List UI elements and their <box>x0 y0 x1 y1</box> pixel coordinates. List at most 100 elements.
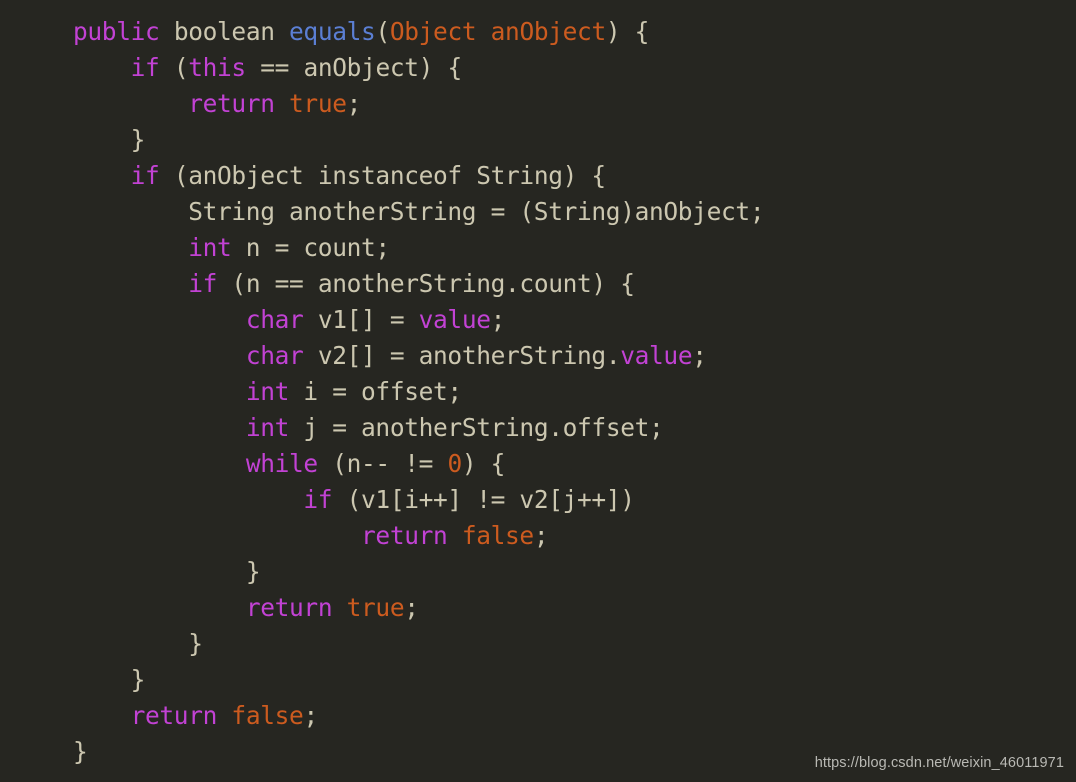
code-token-default: (v1[i++] != v2[j++]) <box>332 485 635 514</box>
code-token-default: (n-- != <box>317 449 448 478</box>
code-line: int j = anotherString.offset; <box>0 410 1076 446</box>
code-token-default <box>447 521 461 550</box>
code-line: int n = count; <box>0 230 1076 266</box>
code-line: return false; <box>0 698 1076 734</box>
code-token-default: String anotherString = (String)anObject; <box>188 197 765 226</box>
code-token-punct: } <box>130 125 146 154</box>
code-token-default: j = anotherString.offset; <box>289 413 664 442</box>
code-token-keyword: char <box>245 341 304 370</box>
code-line: return true; <box>0 86 1076 122</box>
code-token-method: equals <box>289 17 376 46</box>
code-token-punct: ) { <box>605 17 650 46</box>
code-token-keyword: if <box>303 485 333 514</box>
code-token-keyword: while <box>245 449 318 478</box>
code-line: } <box>0 122 1076 158</box>
code-token-keyword: value <box>620 341 693 370</box>
code-line: return true; <box>0 590 1076 626</box>
code-line: if (anObject instanceof String) { <box>0 158 1076 194</box>
code-token-literal: true <box>289 89 347 118</box>
code-token-punct: ; <box>533 521 549 550</box>
code-token-default: i = offset; <box>289 377 462 406</box>
code-token-punct: } <box>73 737 88 766</box>
code-token-default <box>275 89 289 118</box>
code-line: if (this == anObject) { <box>0 50 1076 86</box>
code-token-default <box>159 17 173 46</box>
code-line: char v1[] = value; <box>0 302 1076 338</box>
code-token-default: == anObject) { <box>245 53 462 82</box>
code-token-keyword: return <box>245 593 333 622</box>
code-line: int i = offset; <box>0 374 1076 410</box>
code-token-punct: ; <box>303 701 318 730</box>
code-token-default <box>332 593 346 622</box>
code-token-keyword: return <box>130 701 218 730</box>
code-line: char v2[] = anotherString.value; <box>0 338 1076 374</box>
code-token-keyword: char <box>245 305 304 334</box>
code-token-keyword: int <box>245 377 290 406</box>
code-token-literal: false <box>461 521 534 550</box>
code-token-keyword: public <box>73 17 160 46</box>
code-block[interactable]: public boolean equals(Object anObject) {… <box>0 14 1076 770</box>
code-token-default: (anObject instanceof String) { <box>159 161 606 190</box>
code-token-punct: } <box>130 665 146 694</box>
code-token-punct: } <box>188 629 203 658</box>
code-token-punct: ( <box>159 53 189 82</box>
code-token-type: Object <box>389 17 477 46</box>
code-token-punct: ; <box>346 89 362 118</box>
code-token-keyword: int <box>245 413 290 442</box>
code-token-keyword: if <box>188 269 218 298</box>
code-line: if (v1[i++] != v2[j++]) <box>0 482 1076 518</box>
code-line: public boolean equals(Object anObject) { <box>0 14 1076 50</box>
code-token-keyword: if <box>130 161 160 190</box>
code-token-keyword: return <box>361 521 448 550</box>
code-token-default <box>217 701 231 730</box>
code-token-punct: ; <box>490 305 506 334</box>
code-line: String anotherString = (String)anObject; <box>0 194 1076 230</box>
code-token-punct: ( <box>375 17 390 46</box>
code-token-default: v1[] = <box>303 305 419 334</box>
code-viewer: public boolean equals(Object anObject) {… <box>0 0 1076 782</box>
code-token-type: anObject <box>490 17 607 46</box>
code-token-literal: true <box>346 593 405 622</box>
code-token-keyword: int <box>188 233 232 262</box>
code-line: while (n-- != 0) { <box>0 446 1076 482</box>
code-token-keyword: if <box>130 53 160 82</box>
code-token-keyword: this <box>188 53 246 82</box>
code-line: return false; <box>0 518 1076 554</box>
code-token-literal: false <box>231 701 304 730</box>
code-token-default: n = count; <box>231 233 390 262</box>
code-token-default <box>275 17 289 46</box>
code-token-punct: ) { <box>461 449 506 478</box>
code-token-punct: ; <box>404 593 419 622</box>
code-line: } <box>0 554 1076 590</box>
code-token-default <box>476 17 490 46</box>
code-token-default: boolean <box>173 17 275 46</box>
code-line: } <box>0 626 1076 662</box>
code-token-default: (n == anotherString.count) { <box>217 269 635 298</box>
code-token-default: v2[] = anotherString. <box>303 341 621 370</box>
code-token-punct: } <box>245 557 261 586</box>
code-line: } <box>0 662 1076 698</box>
watermark: https://blog.csdn.net/weixin_46011971 <box>814 755 1064 771</box>
code-token-literal: 0 <box>447 449 462 478</box>
code-token-keyword: return <box>188 89 275 118</box>
code-token-keyword: value <box>418 305 491 334</box>
